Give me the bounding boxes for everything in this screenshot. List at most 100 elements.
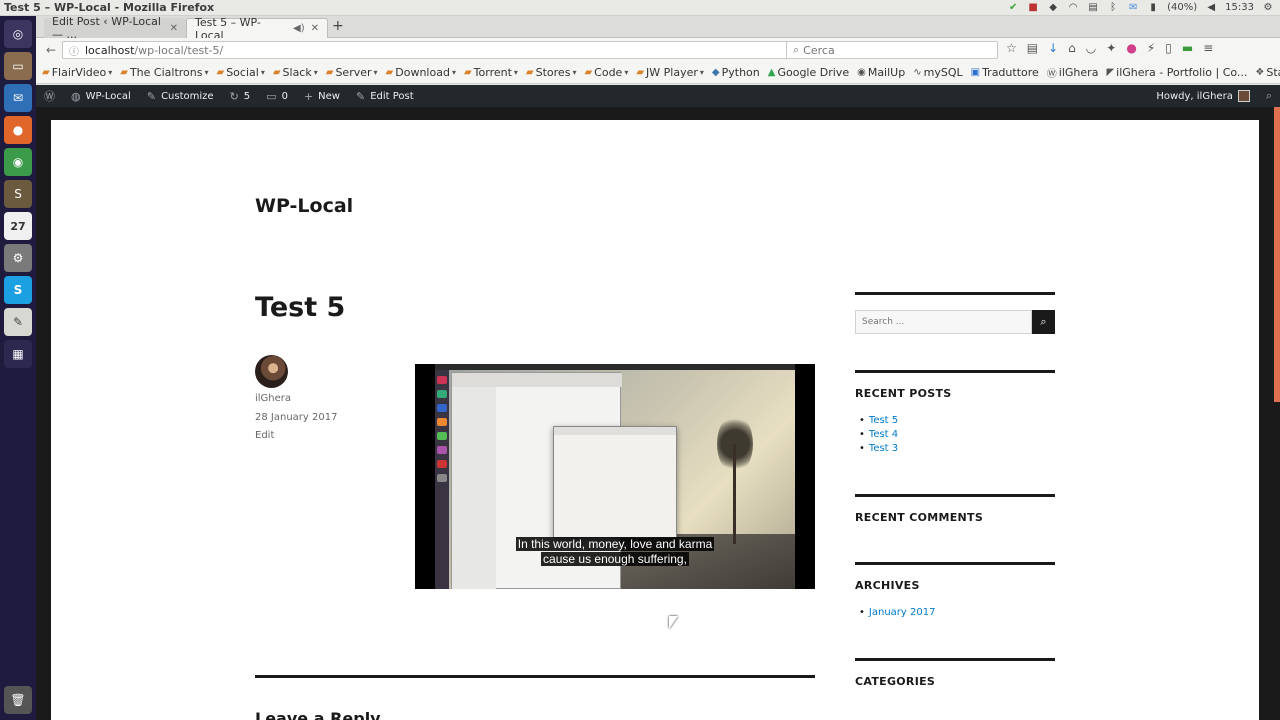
home-icon[interactable]: ⌂ (1068, 41, 1076, 55)
bookmark-folder[interactable]: ▰ Download ▾ (386, 66, 456, 79)
firefox-icon[interactable]: ● (4, 116, 32, 144)
bookmark-link[interactable]: ▣ Traduttore (971, 66, 1039, 79)
extension-icon[interactable]: ⚡ (1147, 41, 1155, 55)
wordpress-icon: Ⓦ (44, 90, 55, 103)
list-item[interactable]: Test 3 (859, 442, 898, 456)
download-icon[interactable]: ↓ (1048, 41, 1058, 55)
dash-icon[interactable]: ◎ (4, 20, 32, 48)
admin-search-button[interactable]: ⌕ (1258, 85, 1280, 107)
list-item[interactable]: Test 4 (859, 428, 898, 442)
search-button[interactable]: ⌕ (1032, 310, 1055, 334)
wifi-icon[interactable]: ◠ (1067, 2, 1079, 14)
power-icon[interactable]: ⚙ (1262, 2, 1274, 14)
bookmark-link[interactable]: ◉ MailUp (857, 66, 905, 79)
widget-divider (855, 494, 1055, 497)
bookmark-folder[interactable]: ▰ Server ▾ (326, 66, 378, 79)
bookmark-folder[interactable]: ▰ Code ▾ (584, 66, 628, 79)
check-icon[interactable]: ✔ (1007, 2, 1019, 14)
tab-test-5[interactable]: Test 5 – WP-Local ◀) ✕ (186, 16, 328, 42)
bookmark-folder[interactable]: ▰ Torrent ▾ (464, 66, 518, 79)
screen: Test 5 – WP-Local - Mozilla Firefox ✔ ■ … (0, 0, 1280, 720)
post-date[interactable]: 28 January 2017 (255, 412, 337, 423)
battery-icon[interactable]: ▮ (1147, 2, 1159, 14)
bookmark-link[interactable]: ◤ ilGhera - Portfolio | Co... (1106, 66, 1247, 79)
settings-icon[interactable]: ⚙ (4, 244, 32, 272)
volume-icon[interactable]: ◀ (1205, 2, 1217, 14)
site-content: WP-Local Test 5 ilGhera 28 January 2017 … (51, 120, 1259, 720)
bookmark-folder[interactable]: ▰ Slack ▾ (273, 66, 318, 79)
chrome-icon[interactable]: ◉ (4, 148, 32, 176)
bookmark-link[interactable]: ∿ mySQL (913, 66, 962, 79)
close-icon[interactable]: ✕ (311, 23, 319, 34)
tab-edit-post[interactable]: Edit Post ‹ WP-Local — ... ✕ (44, 15, 186, 41)
folder-icon: ▰ (325, 67, 334, 78)
workspace-icon[interactable]: ▦ (4, 340, 32, 368)
bookmark-folder[interactable]: ▰ JW Player ▾ (636, 66, 704, 79)
speaker-icon[interactable]: ◀) (293, 23, 305, 34)
folder-icon: ▰ (385, 67, 394, 78)
entry-title: Test 5 (255, 292, 346, 323)
toolbar-icons: ☆ ▤ ↓ ⌂ ◡ ✦ ● ⚡ ▯ ▬ ≡ (1006, 41, 1213, 55)
info-icon[interactable]: ⓘ (69, 43, 79, 58)
site-title[interactable]: WP-Local (255, 195, 353, 217)
python-icon: ◆ (711, 67, 720, 78)
color-icon[interactable]: ● (1126, 41, 1136, 55)
files-icon[interactable]: ▭ (4, 52, 32, 80)
pocket-icon[interactable]: ◡ (1086, 41, 1096, 55)
list-item[interactable]: Test 5 (859, 414, 898, 428)
comments-link[interactable]: ▭ 0 (258, 85, 296, 107)
menu-icon[interactable]: ≡ (1203, 41, 1213, 55)
twitter-icon[interactable]: ✦ (1106, 41, 1116, 55)
folder-icon: ▰ (463, 67, 472, 78)
system-tray: ✔ ■ ◆ ◠ ▤ ᛒ ✉ ▮ (40%) ◀ 15:33 ⚙ (1007, 2, 1280, 14)
site-name-menu[interactable]: ◍ WP-Local (63, 85, 139, 107)
text-editor-icon[interactable]: ✎ (4, 308, 32, 336)
bookmarks-menu-icon[interactable]: ▤ (1027, 41, 1038, 55)
list-item[interactable]: January 2017 (859, 606, 936, 620)
sidebar-icon[interactable]: ▯ (1165, 41, 1172, 55)
sublime-icon[interactable]: S (4, 180, 32, 208)
wp-logo-menu[interactable]: Ⓦ (36, 85, 63, 107)
account-menu[interactable]: Howdy, ilGhera (1148, 85, 1257, 107)
new-tab-button[interactable]: + (332, 18, 344, 34)
skype-icon[interactable]: S (4, 276, 32, 304)
bookmark-folder[interactable]: ▰ Stores ▾ (526, 66, 577, 79)
updates-link[interactable]: ↻ 5 (222, 85, 259, 107)
back-button[interactable]: ← (42, 43, 60, 57)
clock[interactable]: 15:33 (1225, 2, 1254, 13)
author-name[interactable]: ilGhera (255, 393, 291, 404)
bookmark-folder[interactable]: ▰ FlairVideo ▾ (42, 66, 112, 79)
battery-percent: (40%) (1167, 2, 1198, 13)
edit-post-link[interactable]: ✎ Edit Post (348, 85, 422, 107)
search-bar[interactable]: ⌕ Cerca (786, 41, 998, 59)
bookmark-link[interactable]: ◆ Python (712, 66, 760, 79)
trash-icon[interactable]: 🗑 (4, 686, 32, 714)
calendar-icon[interactable]: 27 (4, 212, 32, 240)
bookmark-link[interactable]: ⓌilGhera (1047, 65, 1099, 80)
keyboard-icon[interactable]: ▤ (1087, 2, 1099, 14)
google-drive-icon: ▲ (767, 67, 776, 78)
customize-link[interactable]: ✎ Customize (139, 85, 222, 107)
video-player[interactable]: In this world, money, love and karma cau… (415, 364, 815, 589)
bookmark-folder[interactable]: ▰ The Cialtrons ▾ (120, 66, 208, 79)
bookmark-folder[interactable]: ▰ Social ▾ (216, 66, 264, 79)
record-icon[interactable]: ■ (1027, 2, 1039, 14)
addon-icon[interactable]: ▬ (1182, 41, 1193, 55)
close-icon[interactable]: ✕ (170, 23, 178, 34)
new-content-menu[interactable]: + New (296, 85, 348, 107)
url-bar[interactable]: ⓘ localhost/wp-local/test-5/ ↻ (62, 41, 814, 59)
thunderbird-icon[interactable]: ✉ (4, 84, 32, 112)
scrollbar-thumb[interactable] (1274, 107, 1280, 402)
edit-link[interactable]: Edit (255, 430, 274, 441)
dropbox-icon[interactable]: ◆ (1047, 2, 1059, 14)
scrollbar[interactable] (1274, 107, 1280, 720)
bluetooth-icon[interactable]: ᛒ (1107, 2, 1119, 14)
author-avatar[interactable] (255, 355, 288, 388)
bookmark-star-icon[interactable]: ☆ (1006, 41, 1017, 55)
search-input[interactable] (855, 310, 1032, 334)
top-panel: Test 5 – WP-Local - Mozilla Firefox ✔ ■ … (0, 0, 1280, 16)
bookmark-link[interactable]: ▲ Google Drive (768, 66, 849, 79)
translate-icon: ▣ (970, 67, 981, 78)
mail-icon[interactable]: ✉ (1127, 2, 1139, 14)
bookmark-link[interactable]: ❖Stack Overflow (1255, 66, 1280, 79)
